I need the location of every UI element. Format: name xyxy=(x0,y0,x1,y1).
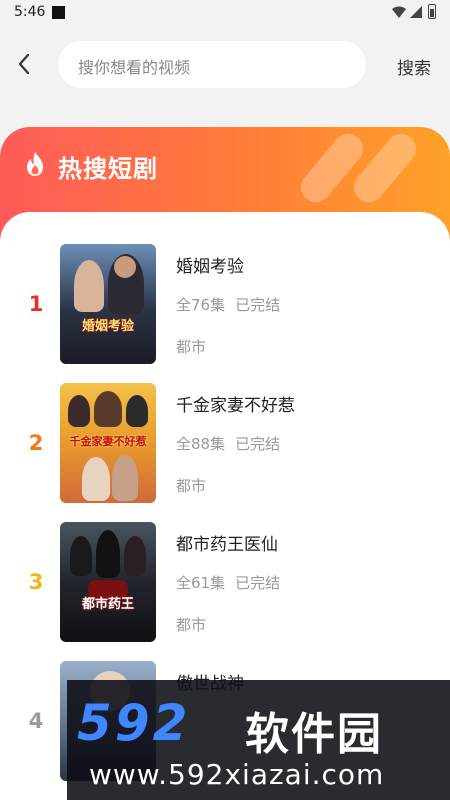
list-item[interactable]: 1 婚姻考验 婚姻考验 全76集 已完结 都市 xyxy=(0,244,450,366)
poster-title: 都市药王 xyxy=(81,597,134,612)
status-time: 5:46 xyxy=(14,4,46,20)
list-item[interactable]: 3 都市药王 都市药王医仙 全61集 已完结 都市 xyxy=(0,522,450,644)
watermark-logo: 592 xyxy=(77,694,191,752)
section-title: 热搜短剧 xyxy=(58,155,158,183)
poster-figure xyxy=(82,457,110,501)
poster-title: 婚姻考验 xyxy=(81,319,134,334)
status-bar: 5:46 xyxy=(0,0,450,26)
drama-genre: 都市 xyxy=(176,338,207,356)
back-button[interactable] xyxy=(10,50,38,78)
drama-status: 已完结 xyxy=(235,296,281,314)
search-button[interactable]: 搜索 xyxy=(397,54,431,79)
drama-poster[interactable]: 都市药王 xyxy=(60,522,156,642)
rank-number: 3 xyxy=(28,570,44,594)
watermark-overlay: 592 软件园 www.592xiazai.com xyxy=(67,680,450,800)
poster-figure xyxy=(124,536,146,576)
drama-poster[interactable]: 千金家妻不好惹 xyxy=(60,383,156,503)
poster-title: 千金家妻不好惹 xyxy=(69,435,147,448)
drama-meta: 全88集 已完结 xyxy=(176,433,280,454)
drama-meta: 全61集 已完结 xyxy=(176,572,280,593)
drama-title: 都市药王医仙 xyxy=(176,535,278,555)
drama-genre: 都市 xyxy=(176,477,207,495)
drama-genre: 都市 xyxy=(176,616,207,634)
list-item[interactable]: 2 千金家妻不好惹 千金家妻不好惹 全88集 已完结 都市 xyxy=(0,383,450,505)
search-input[interactable]: 搜你想看的视频 xyxy=(58,41,366,88)
poster-figure xyxy=(126,395,148,427)
rank-number: 4 xyxy=(28,709,44,733)
poster-figure xyxy=(96,530,120,578)
poster-figure xyxy=(74,260,104,312)
drama-meta: 全76集 已完结 xyxy=(176,294,280,315)
episode-count: 全61集 xyxy=(176,574,226,592)
wifi-icon xyxy=(392,6,406,18)
battery-icon xyxy=(428,4,436,19)
watermark-url: www.592xiazai.com xyxy=(89,758,385,791)
rank-number: 2 xyxy=(28,431,44,455)
drama-title: 婚姻考验 xyxy=(176,257,244,277)
search-placeholder: 搜你想看的视频 xyxy=(78,58,191,77)
notification-icon xyxy=(52,6,65,19)
fire-icon xyxy=(27,152,43,176)
search-bar: 搜你想看的视频 搜索 xyxy=(0,30,450,100)
episode-count: 全76集 xyxy=(176,296,226,314)
poster-figure xyxy=(94,391,122,427)
episode-count: 全88集 xyxy=(176,435,226,453)
poster-figure xyxy=(70,536,92,576)
drama-status: 已完结 xyxy=(235,574,281,592)
poster-figure xyxy=(112,455,138,501)
poster-face xyxy=(114,256,136,278)
signal-icon xyxy=(410,6,422,18)
watermark-name: 软件园 xyxy=(245,709,383,760)
rank-number: 1 xyxy=(28,292,44,316)
drama-poster[interactable]: 婚姻考验 xyxy=(60,244,156,364)
chevron-left-icon xyxy=(18,53,30,75)
poster-figure xyxy=(68,395,90,427)
drama-title: 千金家妻不好惹 xyxy=(176,396,295,416)
drama-status: 已完结 xyxy=(235,435,281,453)
